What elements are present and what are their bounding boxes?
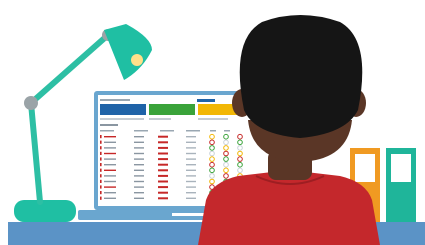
binder-teal-label [391,154,411,182]
row-marker [100,174,102,178]
row-marker [100,140,102,144]
lamp-joint [24,96,38,110]
row-cell [134,152,144,155]
row-cell [134,197,144,199]
kpi-caption-line [149,118,171,120]
lamp-base [14,200,76,222]
row-cell [134,158,144,160]
row-status-cell [158,180,168,183]
illustration-scene [0,0,425,245]
row-cell [186,169,196,171]
row-cell [186,197,196,199]
row-status-cell [158,163,168,166]
row-cell [134,141,144,143]
row-name-cell [104,192,116,194]
row-name-cell [104,141,116,143]
table-header-cell [100,130,114,132]
row-marker [100,196,102,200]
row-cell [134,192,144,194]
row-name-cell [104,147,116,149]
row-status-cell [158,152,168,155]
row-marker [100,185,102,189]
row-cell [134,175,144,177]
row-name-cell [104,169,116,171]
row-name-cell [104,186,116,188]
row-status-cell [158,174,168,177]
row-status-cell [158,158,168,161]
kpi-caption-line [100,118,144,120]
row-cell [186,175,196,177]
row-marker [100,168,102,172]
row-marker [100,135,102,139]
table-header-cell [100,124,118,126]
row-cell [134,136,144,138]
row-cell [186,186,196,188]
kpi-tile-blue [100,104,146,115]
row-cell [134,169,144,171]
binder-orange-label [355,154,375,182]
dashboard-header-accent [197,99,215,102]
row-cell [186,152,196,155]
table-header-cell [160,130,174,132]
row-cell [134,186,144,188]
row-marker [100,163,102,167]
row-cell [186,180,196,183]
row-marker [100,191,102,195]
lamp-shade [104,24,152,80]
kpi-caption-line [198,118,228,120]
person-hair [239,15,363,138]
scene-svg [8,15,425,245]
kpi-tile-green [149,104,195,115]
row-marker [100,157,102,161]
row-name-cell [104,164,116,166]
row-cell [186,136,196,138]
row-status-cell [158,141,168,144]
row-name-cell [104,136,116,138]
row-marker [100,179,102,183]
table-header-cell [134,130,148,132]
table-header-cell [186,130,200,132]
dashboard-title-line [100,99,130,101]
lamp-bulb [131,54,143,66]
row-name-cell [104,152,116,155]
lamp-lower-arm [28,100,43,205]
row-name-cell [104,175,116,177]
row-status-cell [158,135,168,138]
row-cell [134,180,144,183]
row-name-cell [104,158,116,160]
row-name-cell [104,197,116,199]
row-cell [186,192,196,194]
row-marker [100,151,102,155]
person-shirt [198,172,380,245]
row-cell [186,158,196,160]
table-header-cell [224,130,230,132]
row-cell [134,147,144,149]
row-cell [186,164,196,166]
row-name-cell [104,180,116,183]
row-marker [100,146,102,150]
table-header-cell [210,130,216,132]
row-status-cell [158,191,168,194]
row-cell [134,164,144,166]
row-status-cell [158,186,168,189]
row-status-cell [158,146,168,149]
row-status-cell [158,197,168,200]
row-cell [186,141,196,143]
row-cell [186,147,196,149]
row-status-cell [158,169,168,172]
